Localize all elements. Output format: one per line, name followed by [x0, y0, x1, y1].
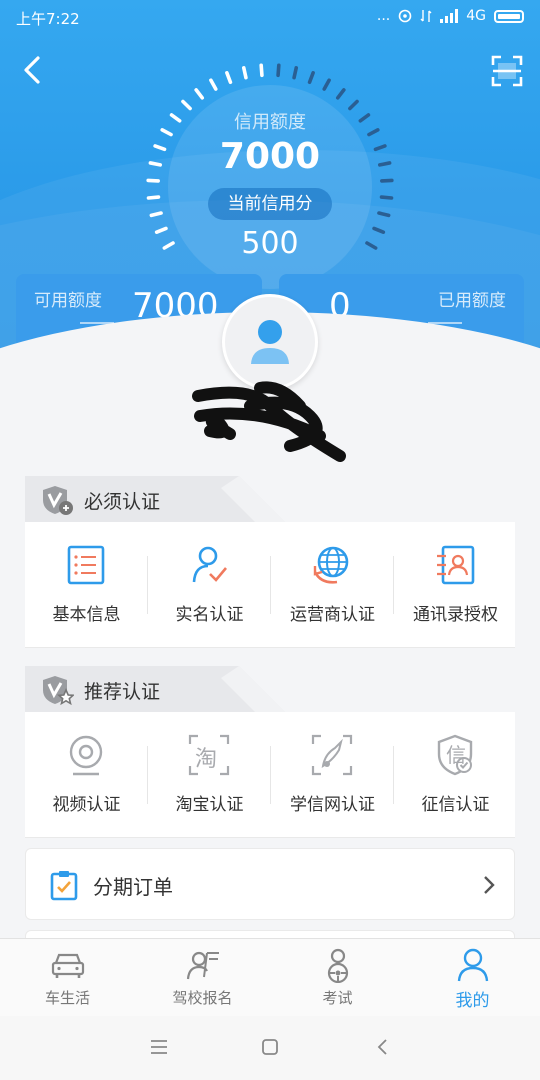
gauge-tick [194, 88, 205, 100]
signal-icon [440, 9, 459, 23]
battery-icon [494, 9, 524, 23]
credit-limit-value: 7000 [219, 136, 321, 177]
hotspot-icon [398, 9, 412, 23]
nav-driving-school[interactable]: 驾校报名 [135, 939, 270, 1017]
cert-real-name[interactable]: 实名认证 [148, 522, 271, 648]
data-arrows-icon [420, 10, 432, 22]
camera-icon [69, 735, 103, 776]
gauge-tick [377, 211, 391, 218]
graduation-icon [311, 734, 353, 776]
shield-check-icon [43, 486, 73, 515]
credit-page: 上午7:22 ... 4G 信用额度 7000 当前信用分 500 可用额度 7… [0, 0, 540, 1080]
installment-orders-label: 分期订单 [93, 875, 173, 899]
recommended-cert-panel: 视频认证 淘 淘宝认证 学信网认证 信 征信认证 [25, 712, 515, 838]
cert-operator[interactable]: 运营商认证 [271, 522, 394, 648]
gauge-tick [380, 178, 394, 183]
shield-star-icon [43, 676, 74, 706]
globe-icon [313, 546, 349, 584]
contacts-icon [437, 545, 475, 585]
menu-icon[interactable] [150, 1038, 168, 1056]
back-arrow-icon[interactable] [18, 52, 52, 88]
home-icon[interactable] [261, 1038, 279, 1056]
cert-label: 征信认证 [421, 795, 490, 815]
status-time: 上午7:22 [16, 10, 80, 28]
cert-video[interactable]: 视频认证 [25, 712, 148, 838]
gauge-tick [335, 88, 346, 100]
required-section-title: 必须认证 [84, 491, 161, 513]
clipboard-check-icon [50, 871, 78, 901]
used-quota-label: 已用额度 [438, 291, 506, 311]
cert-label: 学信网认证 [290, 795, 375, 815]
cert-label: 视频认证 [52, 795, 121, 815]
gauge-tick [146, 178, 160, 183]
back-icon[interactable] [374, 1038, 392, 1056]
cert-contacts[interactable]: 通讯录授权 [394, 522, 517, 648]
cert-label: 通讯录授权 [413, 605, 498, 625]
system-nav-bar [0, 1016, 540, 1080]
nav-label: 我的 [455, 991, 490, 1011]
taobao-glyph: 淘 [195, 747, 218, 772]
cert-label: 运营商认证 [290, 605, 375, 625]
status-dots: ... [376, 8, 391, 24]
recommended-section-title: 推荐认证 [84, 681, 161, 703]
gauge-tick [379, 195, 394, 200]
credit-limit-label: 信用额度 [234, 112, 306, 133]
gauge-tick [307, 71, 315, 85]
gauge-tick [146, 195, 161, 200]
cert-label: 实名认证 [175, 605, 244, 625]
cert-label: 淘宝认证 [175, 795, 244, 815]
chevron-right-icon [484, 876, 495, 894]
gauge-tick [209, 78, 218, 91]
cert-chsi[interactable]: 学信网认证 [271, 712, 394, 838]
gauge-tick [149, 211, 163, 218]
bottom-nav: 车生活 驾校报名 考试 我的 [0, 938, 540, 1016]
gauge-tick [276, 63, 281, 78]
nav-label: 车生活 [44, 989, 90, 1007]
status-bar: 上午7:22 ... 4G [0, 0, 540, 34]
gauge-tick [322, 78, 331, 91]
cert-label: 基本信息 [52, 605, 121, 625]
nav-mine[interactable]: 我的 [405, 939, 540, 1017]
required-cert-panel: 基本信息 实名认证 运营商认证 通讯录授权 [25, 522, 515, 648]
installment-orders-row[interactable]: 分期订单 [25, 848, 515, 920]
driving-school-icon [186, 951, 219, 980]
exam-icon [327, 948, 349, 983]
nav-car-life[interactable]: 车生活 [0, 939, 135, 1017]
gauge-tick [241, 66, 248, 80]
credit-score-value: 500 [241, 226, 299, 261]
gauge-tick [292, 66, 299, 80]
profile-icon [457, 948, 489, 982]
scan-icon[interactable] [490, 54, 524, 88]
credit-score-label: 当前信用分 [208, 188, 332, 220]
credit-glyph: 信 [446, 743, 466, 767]
gauge-tick [259, 63, 264, 78]
redacted-username [192, 381, 346, 462]
nav-label: 考试 [322, 989, 353, 1007]
cert-credit[interactable]: 信 征信认证 [394, 712, 517, 838]
gauge-tick [225, 71, 233, 85]
network-type: 4G [466, 8, 486, 24]
cert-taobao[interactable]: 淘 淘宝认证 [148, 712, 271, 838]
user-check-icon [192, 546, 227, 583]
available-quota-label: 可用额度 [34, 291, 102, 311]
nav-label: 驾校报名 [172, 989, 233, 1007]
nav-exam[interactable]: 考试 [270, 939, 405, 1017]
cert-basic-info[interactable]: 基本信息 [25, 522, 148, 648]
car-icon [51, 953, 85, 978]
list-form-icon [67, 545, 105, 585]
